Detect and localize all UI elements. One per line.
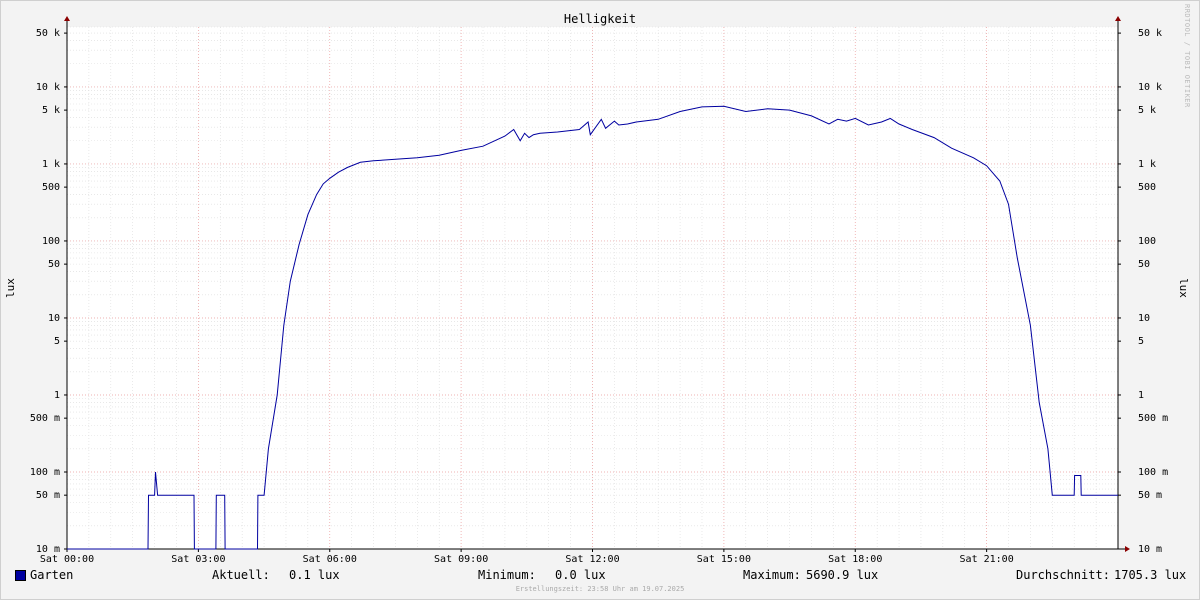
y-tick-label-left: 50 m	[36, 490, 60, 501]
x-tick-label: Sat 21:00	[960, 554, 1014, 565]
y-tick-label-left: 100 m	[30, 467, 60, 478]
y-tick-label-right: 500	[1138, 182, 1156, 193]
y-tick-label-right: 1 k	[1138, 159, 1156, 170]
y-axis-label-left: lux	[4, 278, 17, 298]
y-tick-label-left: 50	[48, 259, 60, 270]
y-tick-label-right: 50 m	[1138, 490, 1162, 501]
y-tick-label-left: 10	[48, 313, 60, 324]
y-tick-label-right: 10 m	[1138, 544, 1162, 555]
legend-min-value: 0.0 lux	[555, 568, 606, 582]
legend-avg-value: 1705.3 lux	[1114, 568, 1187, 582]
footer-timestamp: Erstellungszeit: 23:58 Uhr am 19.07.2025	[515, 585, 685, 593]
y-tick-label-left: 1	[54, 390, 60, 401]
y-tick-label-right: 10	[1138, 313, 1150, 324]
legend-min-label: Minimum:	[478, 568, 536, 582]
x-tick-label: Sat 00:00	[40, 554, 94, 565]
y-tick-label-left: 500 m	[30, 413, 60, 424]
legend-max-label: Maximum:	[743, 568, 801, 582]
chart-canvas: 50 k 50 k10 k 10 k5 k5 k1 k1 k500 500100 100…	[0, 0, 1200, 600]
y-tick-label-right: 500 m	[1138, 413, 1168, 424]
legend-series-name: Garten	[30, 568, 74, 582]
legend-current-label: Aktuell:	[212, 568, 270, 582]
x-tick-label: Sat 12:00	[565, 554, 619, 565]
y-tick-label-right: 5	[1138, 336, 1144, 347]
y-tick-label-right: 100 m	[1138, 467, 1168, 478]
y-tick-label-left: 10 k	[36, 82, 60, 93]
y-tick-label-left: 5	[54, 336, 60, 347]
y-tick-label-right: 10 k	[1138, 82, 1162, 93]
x-tick-label: Sat 09:00	[434, 554, 488, 565]
y-tick-label-right: 1	[1138, 390, 1144, 401]
chart-title: Helligkeit	[564, 12, 636, 26]
y-tick-label-left: 500	[42, 182, 60, 193]
y-tick-label-right: 100	[1138, 236, 1156, 247]
y-tick-label-left: 1 k	[42, 159, 60, 170]
x-tick-label: Sat 06:00	[303, 554, 357, 565]
legend-current-value: 0.1 lux	[289, 568, 340, 582]
y-tick-label-right: 50	[1138, 259, 1150, 270]
y-tick-label-left: 5 k	[42, 105, 60, 116]
legend-max-value: 5690.9 lux	[806, 568, 879, 582]
legend-avg-label: Durchschnitt:	[1016, 568, 1110, 582]
y-tick-label-left: 50 k	[36, 28, 60, 39]
legend: Garten Aktuell: 0.1 lux Minimum: 0.0 lux…	[0, 568, 1200, 584]
y-axis-label-right: lux	[1177, 278, 1190, 298]
watermark: RRDTOOL / TOBI OETIKER	[1183, 4, 1191, 108]
y-tick-label-right: 5 k	[1138, 105, 1156, 116]
x-tick-label: Sat 15:00	[697, 554, 751, 565]
x-tick-label: Sat 03:00	[171, 554, 225, 565]
chart-window: 50 k 50 k 10 k 10 k5 k5 k1 k1 k 500 500 100 100…	[0, 0, 1200, 600]
y-tick-label-left: 100	[42, 236, 60, 247]
x-tick-label: Sat 18:00	[828, 554, 882, 565]
y-tick-label-right: 50 k	[1138, 28, 1162, 39]
